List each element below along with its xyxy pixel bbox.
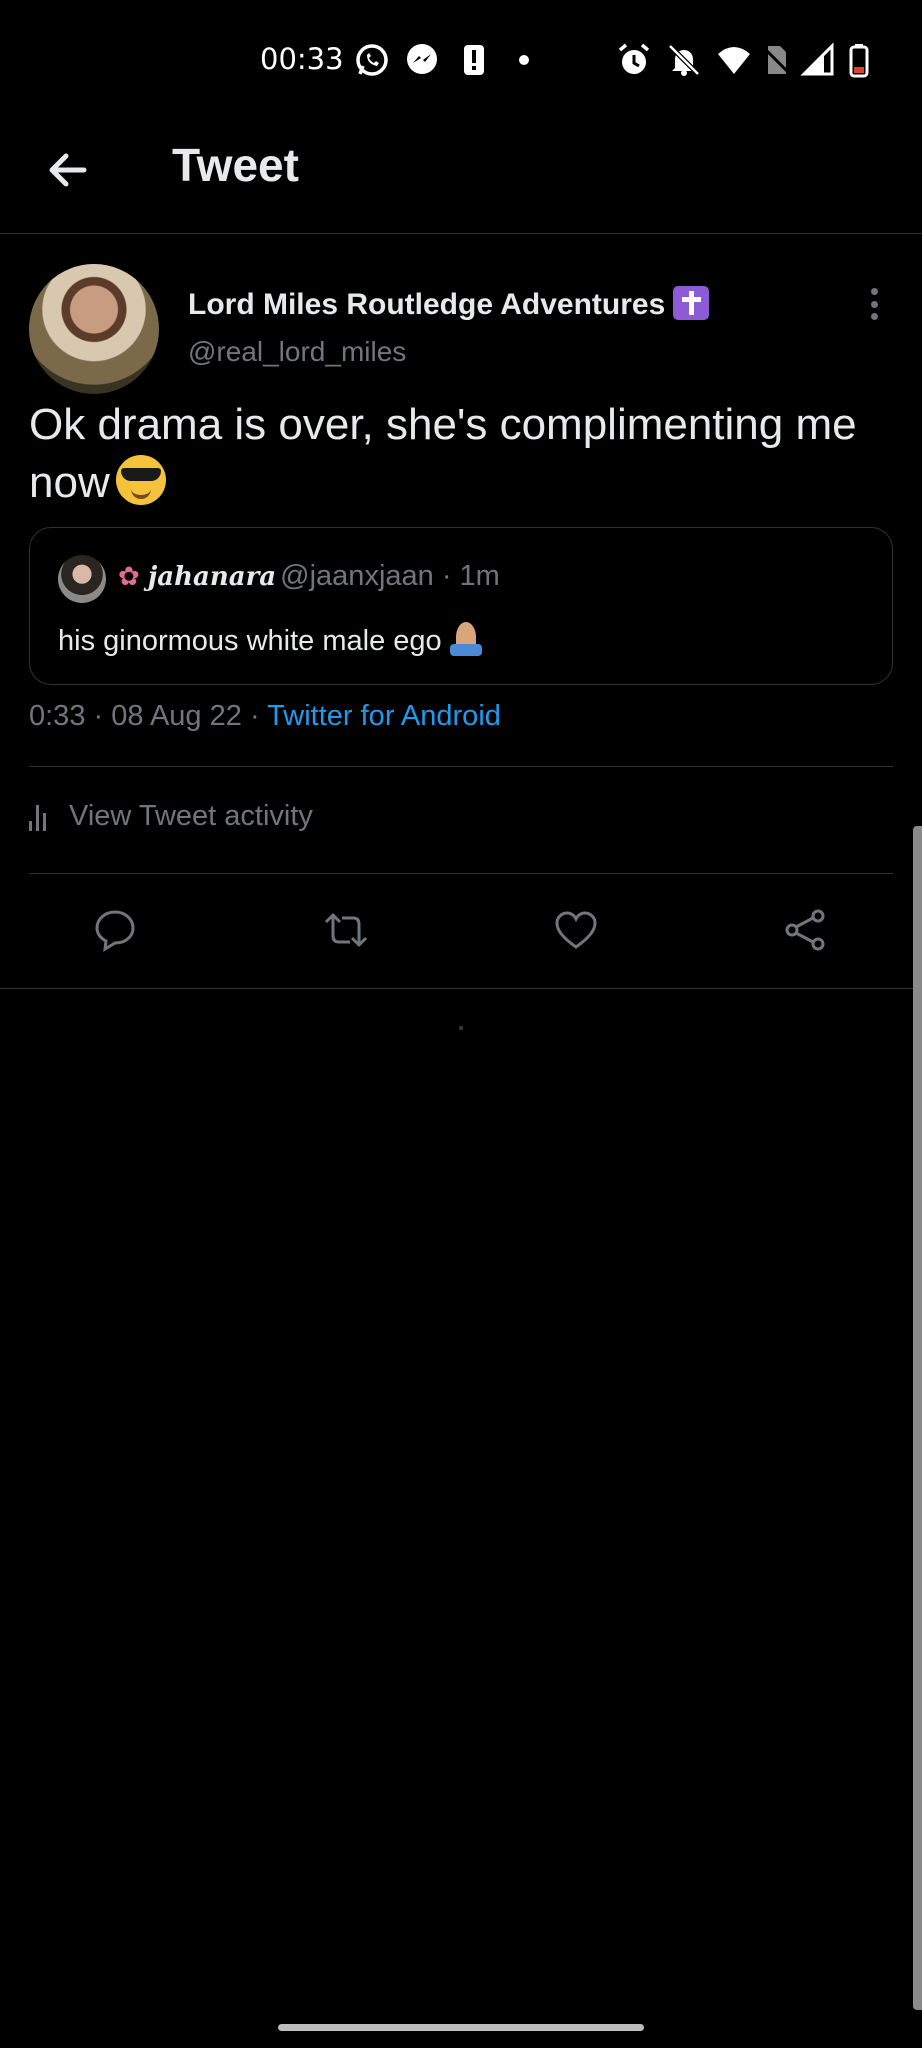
quoted-tweet-card[interactable]: ✿ jahanara @jaanxjaan · 1m his ginormous …	[29, 527, 893, 685]
home-indicator[interactable]	[278, 2024, 644, 2031]
quote-author-name: jahanara	[147, 562, 277, 592]
tweet-text: Ok drama is over, she's complimenting me…	[29, 396, 899, 512]
tweet-meta: 0:33 · 08 Aug 22 · Twitter for Android	[29, 700, 501, 733]
author-handle[interactable]: @real_lord_miles	[188, 336, 406, 368]
status-bar: 00:33	[0, 0, 922, 120]
arrow-left-icon	[49, 153, 87, 187]
page-title: Tweet	[172, 139, 299, 191]
back-button[interactable]	[40, 142, 96, 198]
like-button[interactable]	[548, 902, 604, 958]
author-name-row[interactable]: Lord Miles Routledge Adventures	[188, 286, 710, 322]
retweet-button[interactable]	[318, 902, 374, 958]
retweet-icon	[324, 913, 368, 947]
author-avatar[interactable]	[29, 264, 159, 394]
battery-icon	[844, 42, 880, 78]
quote-body: his ginormous white male ego	[58, 625, 442, 657]
quote-header: ✿ jahanara @jaanxjaan · 1m	[118, 560, 500, 593]
meta-separator: ·	[249, 700, 260, 732]
share-button[interactable]	[778, 902, 834, 958]
cross-emoji-icon	[673, 286, 710, 320]
reply-icon	[95, 910, 135, 952]
author-name: Lord Miles Routledge Adventures	[188, 288, 666, 321]
more-dot-icon	[870, 288, 878, 295]
reply-button[interactable]	[87, 902, 143, 958]
meta-separator: ·	[93, 700, 104, 732]
share-icon	[785, 909, 825, 951]
status-time: 00:33	[260, 42, 344, 76]
tweet-source-link[interactable]: Twitter for Android	[267, 700, 501, 732]
tweet-date: 08 Aug 22	[111, 700, 242, 732]
quote-author-handle: @jaanxjaan	[280, 560, 434, 592]
lotus-emoji-icon: ✿	[118, 561, 140, 591]
alert-icon	[456, 42, 492, 78]
messenger-icon	[404, 42, 440, 78]
tweet-action-bar	[0, 874, 922, 989]
no-sim-icon	[758, 42, 794, 78]
quote-avatar	[58, 555, 106, 603]
loading-dot	[459, 1026, 463, 1030]
sunglasses-emoji-icon	[115, 455, 166, 505]
more-dot-icon	[870, 313, 878, 320]
more-dot-icon	[870, 300, 878, 308]
like-icon	[555, 911, 597, 949]
tweet-time: 0:33	[29, 700, 86, 732]
divider	[29, 766, 893, 767]
alarm-icon	[616, 42, 652, 78]
top-app-bar: Tweet	[0, 120, 922, 234]
whatsapp-icon	[354, 42, 390, 78]
dot-icon	[506, 42, 542, 78]
quote-text: his ginormous white male ego	[58, 622, 484, 658]
wifi-icon	[716, 42, 752, 78]
activity-label: View Tweet activity	[69, 800, 313, 832]
notifications-off-icon	[666, 42, 702, 78]
quote-age: · 1m	[441, 560, 500, 592]
scrollbar[interactable]	[913, 826, 922, 2010]
view-tweet-activity-button[interactable]: View Tweet activity	[29, 800, 313, 833]
bar-chart-icon	[29, 803, 55, 831]
signal-icon	[800, 42, 836, 78]
more-options-button[interactable]	[860, 284, 888, 324]
folded-hands-emoji-icon	[448, 622, 484, 656]
